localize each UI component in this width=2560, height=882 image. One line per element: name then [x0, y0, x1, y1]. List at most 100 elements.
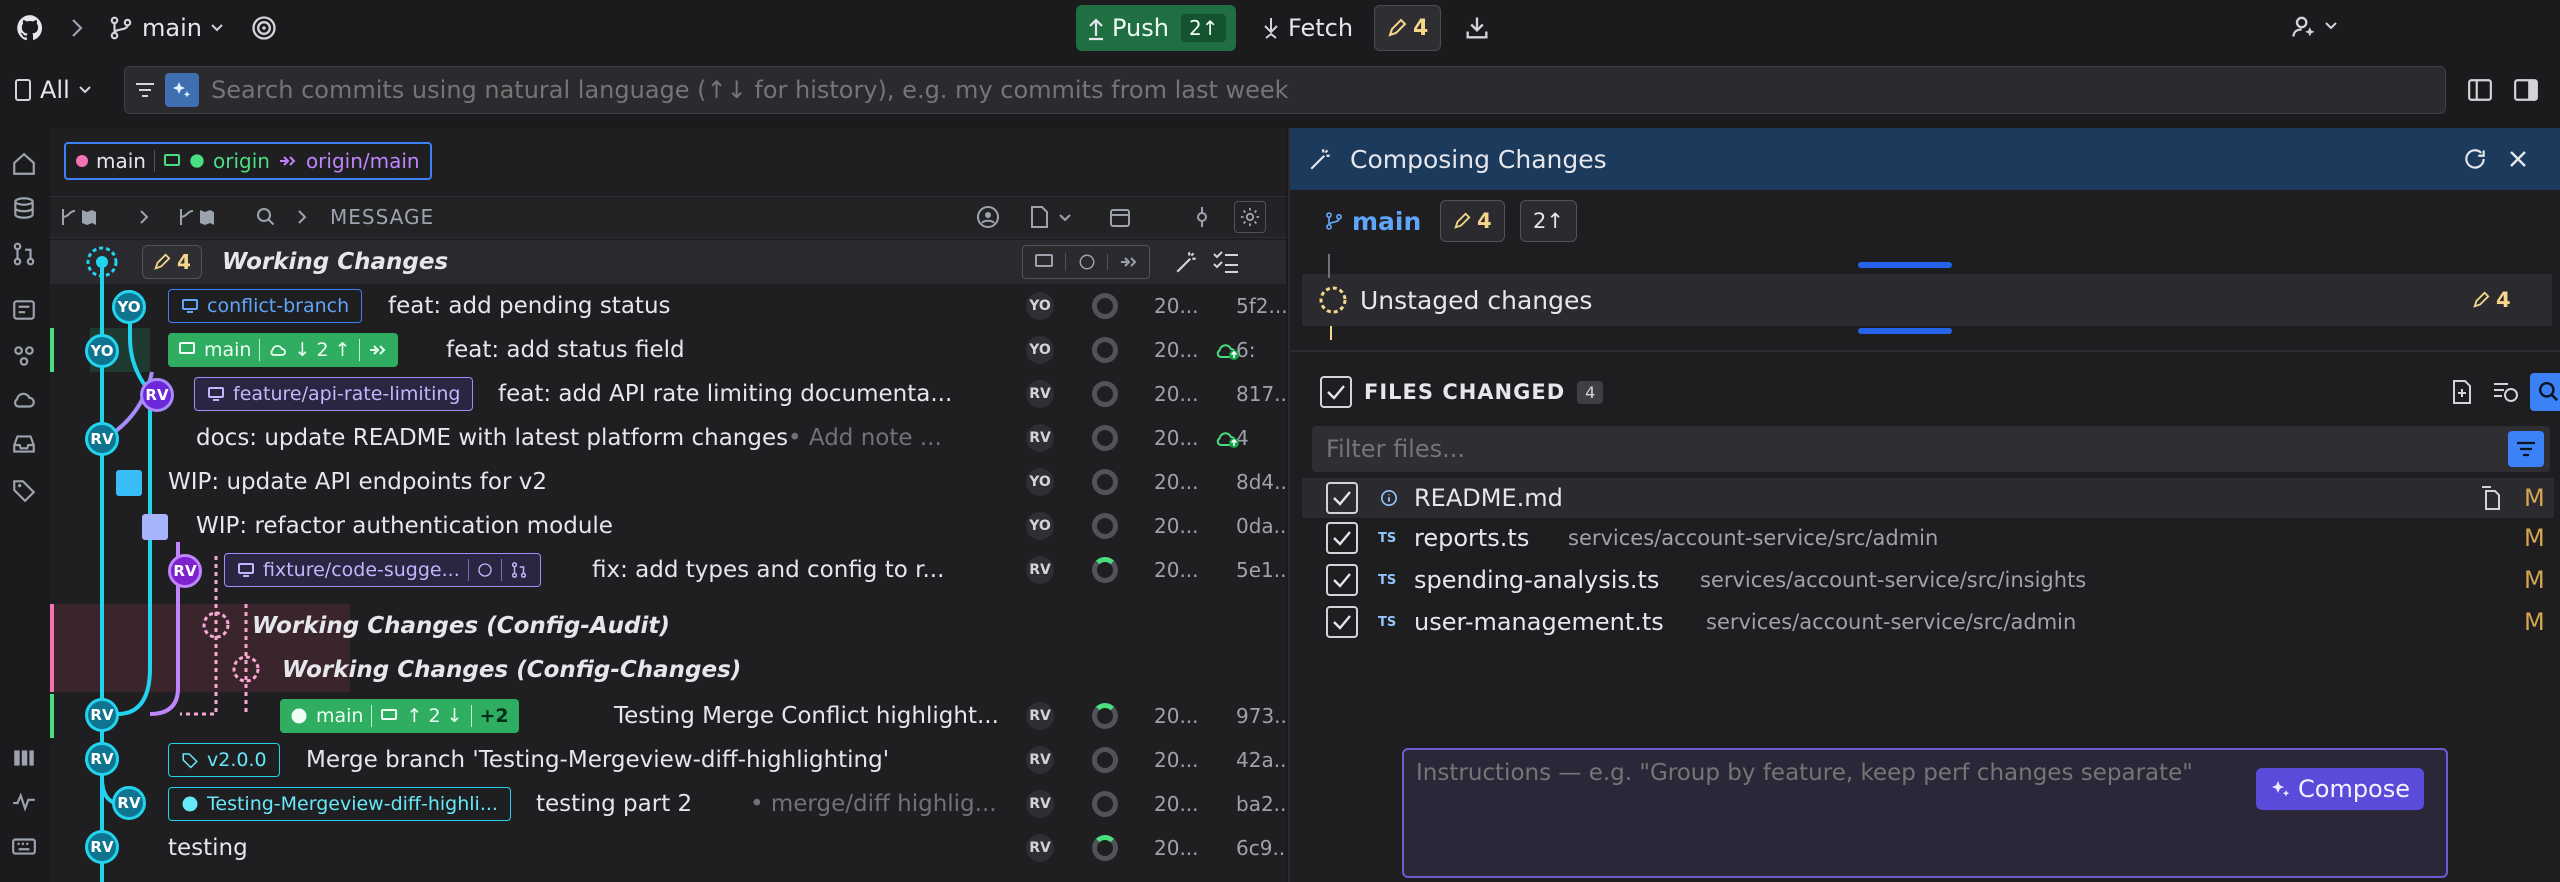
fetch-button[interactable]: Fetch [1254, 5, 1359, 51]
computer-icon[interactable] [1023, 253, 1065, 271]
table-row[interactable]: Working Changes (Config-Changes) [50, 648, 1286, 692]
activity-icon[interactable] [0, 778, 48, 826]
working-changes-title: Working Changes (Config-Changes) [282, 657, 742, 683]
chevron-right-icon [62, 12, 92, 44]
table-row[interactable]: main ↑ 2 ↓ +2 Testing Merge Conflict hig… [50, 694, 1286, 738]
unstaged-changes-row[interactable]: Unstaged changes 4 [1302, 254, 2552, 326]
push-label: Push [1112, 14, 1169, 42]
wip-count-badge: 4 [142, 245, 202, 279]
commit-status-ring [1092, 557, 1118, 583]
commit-message: testing part 2 [536, 791, 693, 817]
filter-icon[interactable] [125, 68, 165, 112]
magic-wand-icon [1308, 146, 1334, 172]
commit-sha: 5f2... [1236, 294, 1286, 318]
table-row[interactable]: Testing-Mergeview-diff-highli... testing… [50, 782, 1286, 826]
table-row[interactable]: WIP: refactor authentication module YO 2… [50, 504, 1286, 548]
table-row[interactable]: conflict-branch feat: add pending status… [50, 284, 1286, 328]
wip-changes-button[interactable]: 4 [1374, 5, 1442, 51]
table-row[interactable]: Working Changes (Config-Audit) [50, 604, 1286, 648]
copy-file-icon[interactable] [2478, 485, 2502, 511]
commit-date: 20... [1154, 704, 1199, 728]
branch-tag[interactable]: feature/api-rate-limiting [194, 377, 474, 411]
pencil-icon [1387, 18, 1407, 38]
commit-date: 20... [1154, 338, 1199, 362]
select-all-checkbox[interactable] [1320, 376, 1352, 408]
database-icon[interactable] [0, 184, 48, 232]
table-row[interactable]: WIP: update API endpoints for v2 YO 20..… [50, 460, 1286, 504]
issues-icon[interactable] [0, 286, 48, 334]
branch-tag[interactable]: main ↑ 2 ↓ +2 [280, 699, 519, 733]
table-row[interactable]: feature/api-rate-limiting feat: add API … [50, 372, 1286, 416]
commit-status-ring [1092, 293, 1118, 319]
composing-panel: Composing Changes main 4 2↑ Unstaged cha… [1288, 128, 2560, 882]
filter-icon[interactable] [2508, 431, 2544, 467]
drag-handle[interactable] [1858, 328, 1952, 334]
branch-tag[interactable]: main ↓ 2 ↑ [168, 333, 398, 367]
keyboard-icon[interactable] [0, 822, 48, 870]
files-changed-header: FILES CHANGED 4 [1320, 370, 2560, 414]
branch-tag[interactable]: fixture/code-sugge... [224, 553, 541, 587]
push-icon [1086, 14, 1106, 42]
file-row[interactable]: TS spending-analysis.ts services/account… [1302, 560, 2554, 600]
close-icon[interactable] [2506, 147, 2530, 171]
refresh-icon[interactable] [2462, 146, 2488, 172]
filter-field[interactable] [1312, 426, 2550, 472]
commit-sha: 973... [1236, 704, 1286, 728]
table-row[interactable]: v2.0.0 Merge branch 'Testing-Mergeview-d… [50, 738, 1286, 782]
file-add-icon[interactable] [2450, 379, 2474, 405]
file-name: reports.ts [1414, 524, 1530, 552]
file-row[interactable]: TS reports.ts services/account-service/s… [1302, 518, 2554, 558]
layout-left-icon[interactable] [2464, 74, 2496, 106]
branch-tag[interactable]: Testing-Mergeview-diff-highli... [168, 787, 511, 821]
search-field[interactable] [124, 66, 2446, 114]
tag-icon[interactable] [0, 466, 48, 514]
panel-ahead-badge[interactable]: 2↑ [1520, 200, 1577, 242]
github-icon[interactable] [14, 12, 46, 44]
github-icon[interactable] [1065, 253, 1107, 271]
workspaces-icon[interactable] [0, 332, 48, 380]
branch-selector[interactable]: main [108, 8, 224, 48]
table-row[interactable]: docs: update README with latest platform… [50, 416, 1286, 460]
target-icon[interactable] [248, 12, 280, 44]
instructions-box: Compose [1402, 748, 2448, 878]
pull-request-icon[interactable] [0, 230, 48, 278]
author-avatar: RV [1026, 380, 1054, 408]
table-row[interactable]: 4 Working Changes [50, 240, 1286, 284]
push-button[interactable]: Push 2↑ [1076, 5, 1237, 51]
ai-review-icon[interactable] [2492, 380, 2520, 404]
ai-sparkle-icon[interactable] [165, 73, 199, 107]
author-avatar: RV [1026, 834, 1054, 862]
file-status: M [2524, 524, 2545, 552]
file-checkbox[interactable] [1326, 564, 1358, 596]
version-tag[interactable]: v2.0.0 [168, 743, 280, 777]
panel-changes-badge[interactable]: 4 [1440, 200, 1505, 242]
layout-right-icon[interactable] [2510, 74, 2542, 106]
inbox-icon[interactable] [0, 420, 48, 468]
filter-input[interactable] [1312, 428, 2508, 470]
file-checkbox[interactable] [1326, 522, 1358, 554]
search-input[interactable] [199, 70, 2445, 110]
download-icon[interactable] [1460, 12, 1494, 44]
scope-selector[interactable]: All [14, 68, 92, 112]
compose-button[interactable]: Compose [2256, 768, 2425, 810]
file-checkbox[interactable] [1326, 482, 1358, 514]
commit-message: feat: add status field [446, 337, 685, 363]
remote-branch-icon[interactable] [1107, 254, 1149, 270]
table-row[interactable]: main ↓ 2 ↑ feat: add status field YO 20.… [50, 328, 1286, 372]
magic-wand-icon[interactable] [1174, 249, 1200, 275]
drag-handle[interactable] [1858, 262, 1952, 268]
home-icon[interactable] [0, 140, 48, 188]
table-row[interactable]: fixture/code-sugge... fix: add types and… [50, 548, 1286, 592]
commit-sha: 6c9... [1236, 836, 1286, 860]
layout-panels-icon[interactable] [0, 734, 48, 782]
account-menu[interactable] [2290, 12, 2338, 40]
cloud-icon[interactable] [0, 376, 48, 424]
instructions-input[interactable] [1404, 750, 2234, 876]
file-row[interactable]: TS user-management.ts services/account-s… [1302, 602, 2554, 642]
table-row[interactable]: testing RV 20... 6c9... [50, 826, 1286, 870]
file-checkbox[interactable] [1326, 606, 1358, 638]
checklist-icon[interactable] [1212, 249, 1240, 275]
branch-tag[interactable]: conflict-branch [168, 289, 363, 323]
file-row[interactable]: README.md M [1302, 478, 2554, 518]
search-icon[interactable] [2530, 373, 2560, 411]
